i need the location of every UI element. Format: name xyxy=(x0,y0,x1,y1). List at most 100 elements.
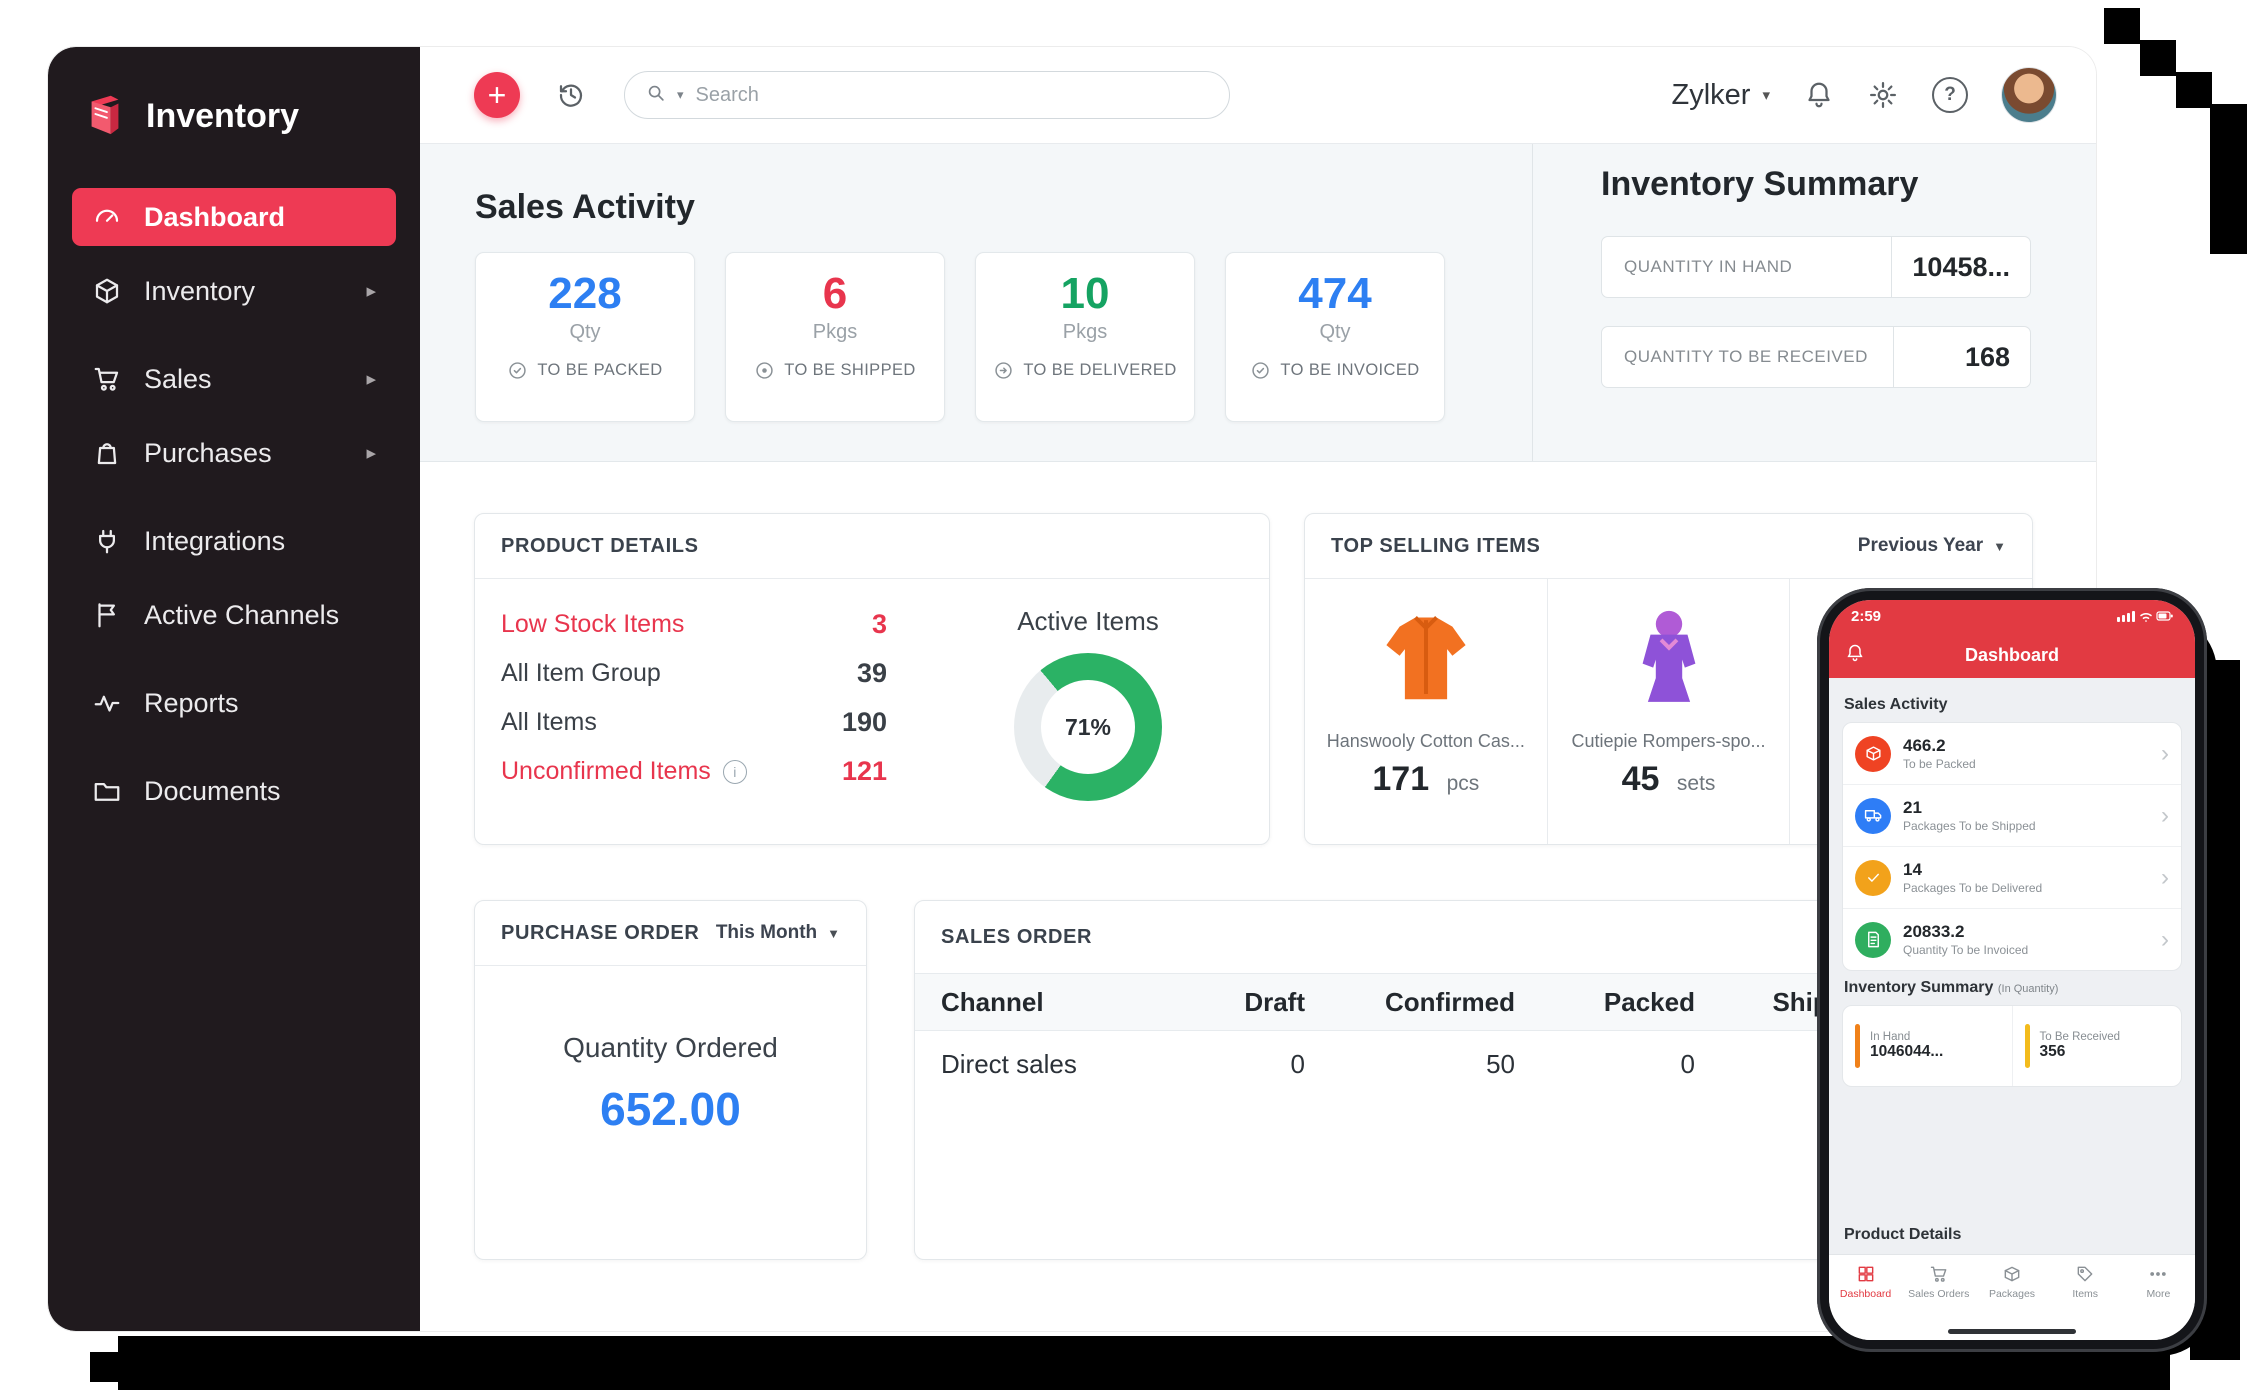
inv-label: QUANTITY IN HAND xyxy=(1602,237,1891,297)
sales-order-card: SALES ORDER Channel Draft Confirmed Pack… xyxy=(914,900,1926,1260)
chevron-right-icon: ▸ xyxy=(366,442,376,465)
app-title: Inventory xyxy=(146,97,299,136)
list-item[interactable]: Hanswooly Cotton Cas... 171 pcs xyxy=(1305,579,1548,844)
table-row[interactable]: Direct sales 0 50 0 0 xyxy=(915,1031,1925,1097)
sidebar-menu: Dashboard Inventory ▸ Sales ▸ P xyxy=(48,152,420,820)
stat-value: 6 xyxy=(726,269,944,319)
inv-value: 10458... xyxy=(1891,237,2030,297)
card-title: PRODUCT DETAILS xyxy=(501,535,699,558)
to-be-delivered-card[interactable]: 10 Pkgs TO BE DELIVERED xyxy=(975,252,1195,422)
unconfirmed-items-row[interactable]: Unconfirmed Items i 121 xyxy=(501,747,887,796)
sidebar-item-label: Inventory xyxy=(144,276,255,307)
tab-dashboard[interactable]: Dashboard xyxy=(1829,1264,1902,1340)
folder-icon xyxy=(92,776,122,806)
to-be-received-cell[interactable]: To Be Received 356 xyxy=(2012,1006,2182,1086)
low-stock-items-row[interactable]: Low Stock Items 3 xyxy=(501,600,887,649)
sidebar-item-sales[interactable]: Sales ▸ xyxy=(72,350,396,408)
sidebar-item-purchases[interactable]: Purchases ▸ xyxy=(72,424,396,482)
column-header: Channel xyxy=(941,987,1191,1018)
topbar-right: Zylker ▾ ? xyxy=(1672,68,2056,122)
sidebar-item-integrations[interactable]: Integrations xyxy=(72,512,396,570)
stat-label: To be Packed xyxy=(1903,757,1976,771)
chevron-right-icon: ▸ xyxy=(366,280,376,303)
phone-time: 2:59 xyxy=(1851,608,1881,625)
bell-icon[interactable] xyxy=(1845,643,1865,663)
active-items-donut: 71% xyxy=(1014,653,1162,801)
search-bar[interactable]: ▾ xyxy=(624,71,1230,119)
sidebar-item-documents[interactable]: Documents xyxy=(72,762,396,820)
to-be-packed-card[interactable]: 228 Qty TO BE PACKED xyxy=(475,252,695,422)
purchase-order-filter-dropdown[interactable]: This Month ▼ xyxy=(716,922,840,944)
cell-label: To Be Received xyxy=(2040,1031,2121,1043)
list-item[interactable]: 21 Packages To be Shipped › xyxy=(1843,785,2181,847)
phone-sales-activity-card: 466.2 To be Packed › 21 Packages To be S… xyxy=(1842,722,2182,971)
cell-packed: 0 xyxy=(1551,1049,1731,1080)
chevron-right-icon: ▸ xyxy=(366,368,376,391)
search-scope-caret-icon[interactable]: ▾ xyxy=(677,87,684,103)
phone-inventory-summary-label: Inventory Summary xyxy=(1844,979,1993,996)
cell-channel: Direct sales xyxy=(941,1049,1191,1080)
cart-icon xyxy=(92,364,122,394)
stat-value: 20833.2 xyxy=(1903,922,2028,942)
status-icons xyxy=(2117,609,2173,623)
quantity-to-be-received-box[interactable]: QUANTITY TO BE RECEIVED 168 xyxy=(1601,326,2031,388)
item-qty: 171 xyxy=(1372,760,1429,798)
tab-label: Packages xyxy=(1989,1288,2035,1300)
sidebar-item-label: Integrations xyxy=(144,526,285,557)
list-item[interactable]: 466.2 To be Packed › xyxy=(1843,723,2181,785)
item-unit: pcs xyxy=(1447,772,1480,795)
card-title: TOP SELLING ITEMS xyxy=(1331,535,1541,558)
row-value: 190 xyxy=(842,707,887,738)
tab-more[interactable]: More xyxy=(2122,1264,2195,1340)
box-icon xyxy=(2002,1264,2022,1284)
check-circle-icon xyxy=(1250,360,1271,381)
pixel-shadow-step xyxy=(2210,104,2247,254)
all-items-row[interactable]: All Items 190 xyxy=(501,698,887,747)
history-icon[interactable] xyxy=(556,80,586,110)
cardigan-product-image xyxy=(1360,595,1492,727)
arrow-circle-icon xyxy=(993,360,1014,381)
to-be-shipped-card[interactable]: 6 Pkgs TO BE SHIPPED xyxy=(725,252,945,422)
to-be-invoiced-card[interactable]: 474 Qty TO BE INVOICED xyxy=(1225,252,1445,422)
list-item[interactable]: 20833.2 Quantity To be Invoiced › xyxy=(1843,909,2181,970)
app-logo[interactable]: Inventory xyxy=(48,47,420,152)
list-item[interactable]: 14 Packages To be Delivered › xyxy=(1843,847,2181,909)
stat-value: 474 xyxy=(1226,269,1444,319)
search-input[interactable] xyxy=(694,83,1209,108)
gear-icon[interactable] xyxy=(1868,80,1898,110)
add-new-button[interactable]: + xyxy=(474,72,520,118)
quantity-ordered-label: Quantity Ordered xyxy=(475,1032,866,1064)
sidebar-item-reports[interactable]: Reports xyxy=(72,674,396,732)
inventory-summary: Inventory Summary QUANTITY IN HAND 10458… xyxy=(1601,165,2031,416)
info-icon[interactable]: i xyxy=(723,760,747,784)
in-hand-cell[interactable]: In Hand 1046044... xyxy=(1843,1024,2012,1068)
card-title: PURCHASE ORDER xyxy=(501,922,699,945)
sidebar-item-inventory[interactable]: Inventory ▸ xyxy=(72,262,396,320)
bell-icon[interactable] xyxy=(1804,80,1834,110)
pixel-shadow-step xyxy=(2140,40,2176,76)
stat-unit: Pkgs xyxy=(976,321,1194,344)
chevron-right-icon: › xyxy=(2161,866,2169,890)
cell-label: In Hand xyxy=(1870,1031,1943,1043)
org-switcher[interactable]: Zylker ▾ xyxy=(1672,79,1770,112)
all-item-group-row[interactable]: All Item Group 39 xyxy=(501,649,887,698)
list-item[interactable]: Cutiepie Rompers-spo... 45 sets xyxy=(1548,579,1791,844)
inventory-logo-icon xyxy=(82,91,128,142)
phone-screen: 2:59 Dashboard Sales xyxy=(1829,600,2195,1340)
top-selling-filter-dropdown[interactable]: Previous Year ▼ xyxy=(1858,535,2006,557)
sidebar-item-label: Active Channels xyxy=(144,600,339,631)
app-window: Inventory Dashboard Inventory ▸ Sale xyxy=(48,47,2096,1331)
phone-inventory-summary-card: In Hand 1046044... To Be Received 356 xyxy=(1842,1005,2182,1087)
help-icon[interactable]: ? xyxy=(1932,77,1968,113)
home-indicator[interactable] xyxy=(1948,1329,2076,1334)
avatar[interactable] xyxy=(2002,68,2056,122)
sidebar-item-dashboard[interactable]: Dashboard xyxy=(72,188,396,246)
cell-value: 356 xyxy=(2040,1043,2121,1061)
quantity-in-hand-box[interactable]: QUANTITY IN HAND 10458... xyxy=(1601,236,2031,298)
caret-down-icon: ▼ xyxy=(1993,539,2006,554)
product-details-rows: Low Stock Items 3 All Item Group 39 All … xyxy=(501,600,887,796)
phone-page-title: Dashboard xyxy=(1965,645,2059,666)
sidebar-item-label: Sales xyxy=(144,364,212,395)
sidebar-item-active-channels[interactable]: Active Channels xyxy=(72,586,396,644)
stat-label: TO BE SHIPPED xyxy=(784,361,915,380)
